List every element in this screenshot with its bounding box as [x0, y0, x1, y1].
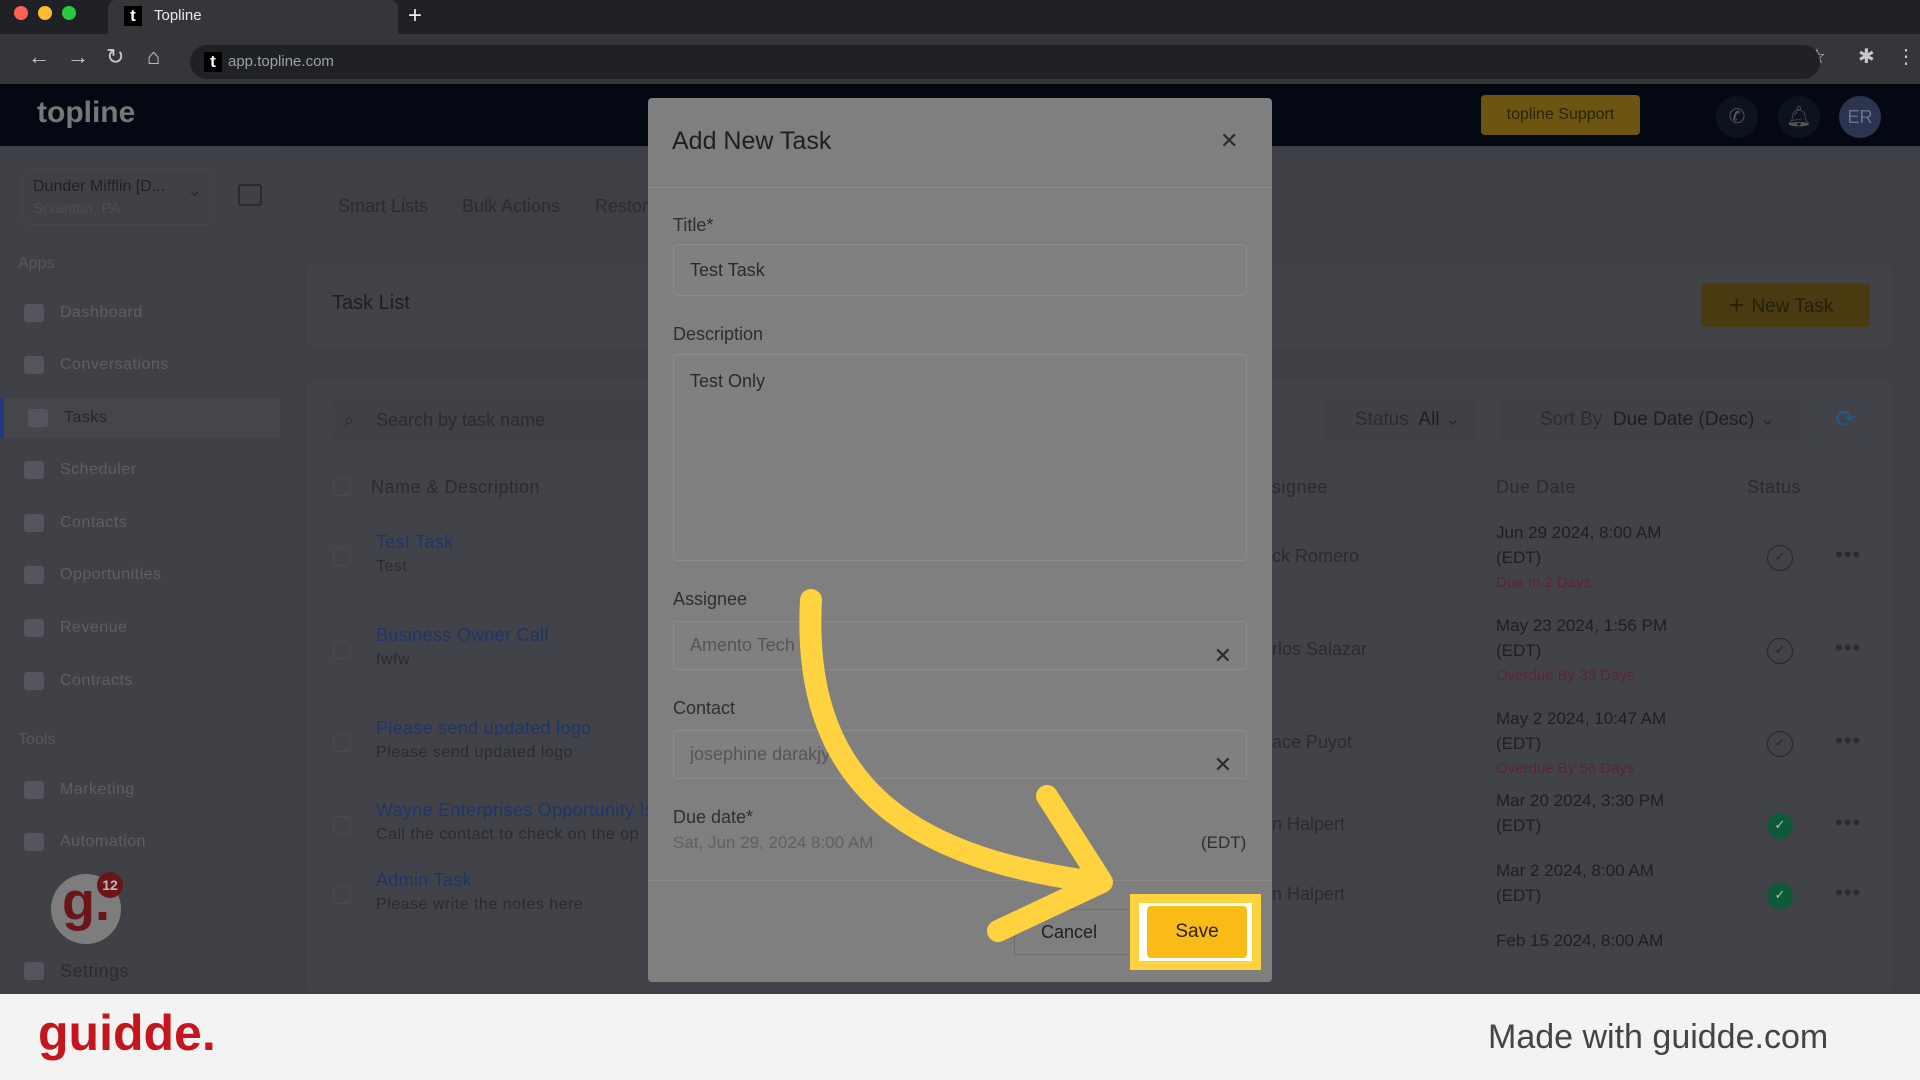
made-with-text: Made with guidde.com	[1488, 1018, 1829, 1056]
pointer-arrow	[799, 589, 1113, 942]
arrow-shaft	[799, 589, 1106, 893]
guidde-footer: guidde. Made with guidde.com	[0, 994, 1920, 1080]
guidde-logo: guidde.	[38, 1005, 216, 1061]
